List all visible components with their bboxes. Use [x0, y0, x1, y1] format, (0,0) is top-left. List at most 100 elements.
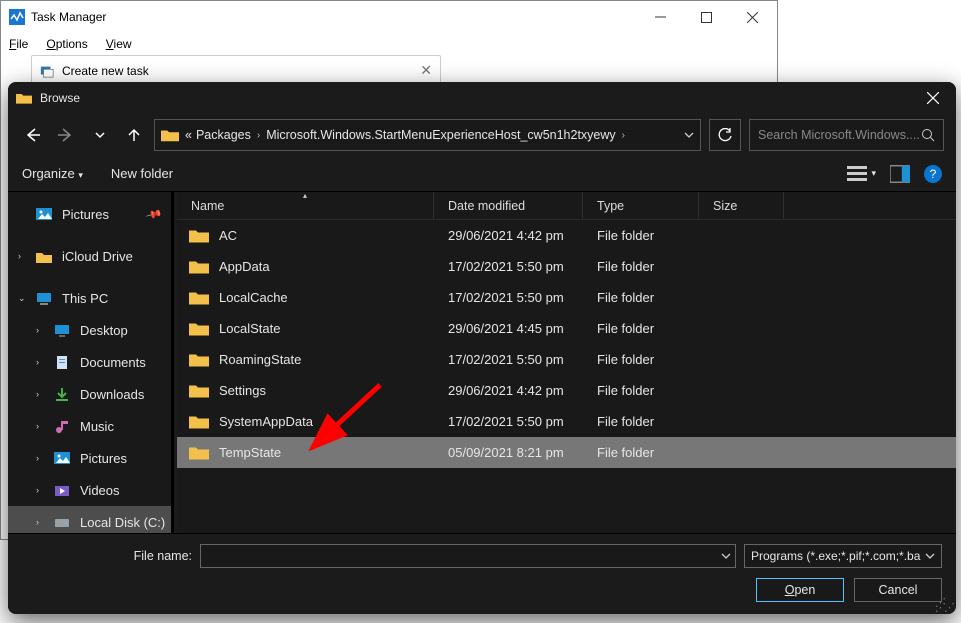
file-name: AC — [219, 228, 237, 243]
file-type: File folder — [583, 445, 699, 460]
cancel-button[interactable]: Cancel — [854, 578, 942, 602]
column-date[interactable]: Date modified — [434, 192, 583, 219]
folder-icon — [189, 352, 209, 367]
resize-grip[interactable]: ⋰⋰⋰ — [935, 601, 953, 611]
chevron-right-icon[interactable]: › — [36, 485, 39, 495]
refresh-button[interactable] — [709, 119, 741, 151]
breadcrumb-2[interactable]: Microsoft.Windows.StartMenuExperienceHos… — [266, 128, 615, 142]
list-view-icon — [847, 165, 867, 183]
navigation-row: « Packages › Microsoft.Windows.StartMenuE… — [8, 114, 956, 156]
maximize-button[interactable] — [683, 1, 729, 33]
navigation-tree[interactable]: Pictures📌›iCloud Drive⌄This PC›Desktop›D… — [8, 192, 171, 533]
close-button[interactable] — [729, 1, 775, 33]
column-type[interactable]: Type — [583, 192, 699, 219]
chevron-down-icon[interactable]: ⌄ — [18, 293, 26, 304]
pc-icon — [36, 291, 52, 305]
tree-item-music[interactable]: ›Music — [8, 410, 171, 442]
address-bar[interactable]: « Packages › Microsoft.Windows.StartMenuE… — [154, 119, 701, 151]
file-name: AppData — [219, 259, 270, 274]
file-row[interactable]: LocalState29/06/2021 4:45 pmFile folder — [177, 313, 956, 344]
tree-item-pictures[interactable]: Pictures 📌 — [8, 198, 171, 230]
breadcrumb-1[interactable]: Packages — [196, 128, 251, 142]
nav-forward-button[interactable] — [54, 123, 78, 147]
file-row[interactable]: SystemAppData17/02/2021 5:50 pmFile fold… — [177, 406, 956, 437]
videos-icon — [54, 483, 70, 497]
task-manager-titlebar[interactable]: Task Manager — [1, 1, 777, 33]
new-folder-button[interactable]: New folder — [111, 166, 173, 181]
pictures-icon — [36, 207, 52, 221]
file-name-input[interactable] — [200, 544, 736, 568]
dialog-close-icon[interactable]: ✕ — [420, 62, 432, 79]
chevron-right-icon[interactable]: › — [36, 389, 39, 399]
chevron-right-icon[interactable]: › — [36, 453, 39, 463]
cloud-folder-icon — [36, 249, 52, 263]
column-name[interactable]: Name▴ — [177, 192, 434, 219]
tree-item-local-disk-c-[interactable]: › Local Disk (C:) — [8, 506, 171, 533]
tree-item-desktop[interactable]: ›Desktop — [8, 314, 171, 346]
browse-close-button[interactable] — [910, 82, 956, 114]
file-name: RoamingState — [219, 352, 301, 367]
search-icon — [921, 128, 935, 142]
tree-item-this-pc[interactable]: ⌄This PC — [8, 282, 171, 314]
open-button[interactable]: Open — [756, 578, 844, 602]
folder-icon — [189, 290, 209, 305]
browse-dialog: Browse « Packages › Microsoft.Windows.Sta… — [8, 82, 956, 614]
file-date: 29/06/2021 4:42 pm — [434, 228, 583, 243]
file-row[interactable]: TempState05/09/2021 8:21 pmFile folder — [177, 437, 956, 468]
splitter[interactable] — [171, 192, 174, 533]
browse-title: Browse — [40, 91, 80, 105]
tree-item-pictures[interactable]: ›Pictures — [8, 442, 171, 474]
file-row[interactable]: LocalCache17/02/2021 5:50 pmFile folder — [177, 282, 956, 313]
chevron-right-icon[interactable]: › — [18, 251, 21, 261]
arrow-right-icon — [58, 127, 74, 143]
tree-item-documents[interactable]: ›Documents — [8, 346, 171, 378]
file-row[interactable]: RoamingState17/02/2021 5:50 pmFile folde… — [177, 344, 956, 375]
minimize-button[interactable] — [637, 1, 683, 33]
file-date: 29/06/2021 4:42 pm — [434, 383, 583, 398]
pin-icon[interactable]: 📌 — [145, 205, 163, 223]
file-type-filter[interactable]: Programs (*.exe;*.pif;*.com;*.ba — [744, 544, 942, 568]
tree-item-label: Local Disk (C:) — [80, 515, 165, 530]
file-row[interactable]: Settings29/06/2021 4:42 pmFile folder — [177, 375, 956, 406]
chevron-down-icon[interactable] — [721, 551, 731, 561]
downloads-icon — [54, 387, 70, 401]
nav-recent-button[interactable] — [88, 123, 112, 147]
tree-item-videos[interactable]: ›Videos — [8, 474, 171, 506]
menu-view[interactable]: View — [106, 37, 132, 51]
tree-item-icloud-drive[interactable]: ›iCloud Drive — [8, 240, 171, 272]
tree-item-label: Pictures — [62, 207, 109, 222]
create-task-label: Create new task — [62, 64, 149, 78]
chevron-right-icon[interactable]: › — [36, 357, 39, 367]
file-date: 05/09/2021 8:21 pm — [434, 445, 583, 460]
file-list[interactable]: AC 29/06/2021 4:42 pm File folder AppData17… — [177, 220, 956, 533]
sort-asc-icon: ▴ — [303, 191, 307, 200]
chevron-right-icon[interactable]: › — [36, 421, 39, 431]
file-name: LocalCache — [219, 290, 288, 305]
file-row[interactable]: AC29/06/2021 4:42 pmFile folder — [177, 220, 956, 251]
menu-file[interactable]: File — [9, 37, 28, 51]
folder-icon — [189, 414, 209, 429]
nav-back-button[interactable] — [20, 123, 44, 147]
dialog-bottom: File name: Programs (*.exe;*.pif;*.com;*… — [8, 533, 956, 614]
folder-icon — [189, 259, 209, 274]
chevron-right-icon[interactable]: › — [36, 325, 39, 335]
chevron-right-icon[interactable]: › — [36, 517, 39, 527]
organize-menu[interactable]: Organize ▾ — [22, 166, 83, 181]
help-button[interactable]: ? — [924, 165, 942, 183]
nav-up-button[interactable] — [122, 123, 146, 147]
file-name-label: File name: — [22, 549, 192, 563]
menu-options[interactable]: Options — [46, 37, 87, 51]
search-input[interactable]: Search Microsoft.Windows.... — [749, 119, 944, 151]
chevron-down-icon[interactable] — [684, 130, 694, 140]
task-manager-title: Task Manager — [31, 10, 106, 24]
column-size[interactable]: Size — [699, 192, 784, 219]
breadcrumb-overflow[interactable]: « — [185, 128, 192, 142]
tree-item-downloads[interactable]: ›Downloads — [8, 378, 171, 410]
view-menu-button[interactable]: ▾ — [847, 165, 876, 183]
browse-titlebar[interactable]: Browse — [8, 82, 956, 114]
column-headers[interactable]: Name▴ Date modified Type Size — [177, 192, 956, 220]
refresh-icon — [718, 128, 733, 143]
file-row[interactable]: AppData17/02/2021 5:50 pmFile folder — [177, 251, 956, 282]
chevron-right-icon: › — [257, 130, 260, 141]
preview-pane-icon[interactable] — [890, 165, 910, 183]
